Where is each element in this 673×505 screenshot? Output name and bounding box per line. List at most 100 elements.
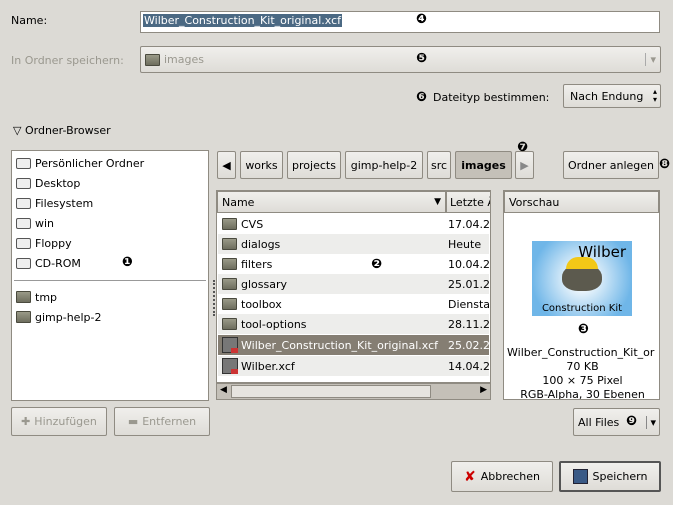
pane-resize-handle[interactable]	[213, 280, 215, 316]
marker-9: ❾	[626, 414, 638, 429]
path-images[interactable]: images	[455, 151, 512, 179]
folder-icon	[222, 318, 237, 330]
folder-browser-toggle[interactable]: ▽ Ordner-Browser	[13, 124, 111, 137]
path-src[interactable]: src	[427, 151, 451, 179]
folder-icon	[222, 218, 237, 230]
drive-icon	[16, 217, 31, 229]
filetype-value: Nach Endung	[570, 89, 644, 103]
column-name[interactable]: Name ▼	[217, 191, 446, 213]
marker-4: ❹	[416, 12, 428, 27]
file-row[interactable]: CVS 17.04.2	[218, 214, 490, 234]
file-row[interactable]: Wilber.xcf 14.04.2	[218, 356, 490, 376]
home-icon	[16, 157, 31, 169]
cancel-button[interactable]: ✘ Abbrechen	[451, 461, 553, 492]
preview-header[interactable]: Vorschau	[504, 191, 659, 213]
marker-1: ❶	[122, 255, 134, 270]
file-name: dialogs	[241, 237, 281, 251]
place-home[interactable]: Persönlicher Ordner	[16, 153, 144, 173]
file-date: 10.04.2	[448, 257, 490, 271]
desktop-icon	[16, 177, 31, 189]
preview-filename: Wilber_Construction_Kit_or	[507, 346, 655, 359]
minus-icon: ▬	[127, 415, 139, 428]
place-cdrom[interactable]: CD-ROM	[16, 253, 81, 273]
bookmark-tmp[interactable]: tmp	[16, 287, 57, 307]
file-date: 17.04.2	[448, 217, 490, 231]
arrow-right-icon: ▶	[480, 385, 487, 395]
path-gimp-help-2[interactable]: gimp-help-2	[345, 151, 423, 179]
create-folder-button[interactable]: Ordner anlegen	[563, 151, 659, 179]
file-date: Diensta	[448, 297, 491, 311]
file-name: Wilber_Construction_Kit_original.xcf	[241, 338, 438, 352]
name-input[interactable]: Wilber_Construction_Kit_original.xcf	[140, 11, 660, 33]
folder-icon	[145, 53, 160, 66]
filesystem-icon	[16, 197, 31, 209]
preview-info: RGB-Alpha, 30 Ebenen	[520, 388, 645, 400]
filter-value: All Files	[578, 415, 620, 429]
name-label: Name:	[11, 14, 48, 27]
path-projects[interactable]: projects	[287, 151, 341, 179]
file-name: toolbox	[241, 297, 282, 311]
add-bookmark-button[interactable]: ✚ Hinzufügen	[11, 407, 107, 436]
cancel-icon: ✘	[463, 468, 476, 485]
place-desktop[interactable]: Desktop	[16, 173, 80, 193]
place-filesystem[interactable]: Filesystem	[16, 193, 93, 213]
marker-8: ❽	[659, 157, 671, 172]
places-list[interactable]: Persönlicher Ordner Desktop Filesystem w…	[11, 150, 209, 401]
sort-down-icon: ▼	[434, 197, 441, 207]
folder-icon	[16, 291, 31, 303]
scrollbar-thumb[interactable]	[231, 385, 431, 398]
add-label: Hinzufügen	[34, 415, 97, 428]
triangle-down-icon: ▽	[13, 124, 22, 137]
marker-6: ❻	[416, 90, 428, 105]
file-date: 25.02.2	[448, 338, 490, 352]
folder-icon	[222, 238, 237, 250]
file-date: 28.11.2	[448, 317, 490, 331]
arrow-left-icon: ◀	[220, 385, 227, 395]
save-label: Speichern	[592, 470, 648, 483]
place-win[interactable]: win	[16, 213, 54, 233]
place-label: CD-ROM	[35, 256, 81, 270]
filetype-select[interactable]: Nach Endung ▴ ▾	[563, 84, 661, 108]
bookmark-gimp-help-2[interactable]: gimp-help-2	[16, 307, 101, 327]
preview-thumbnail: Wilber Construction Kit	[532, 241, 632, 316]
horizontal-scrollbar[interactable]: ◀ ▶	[216, 383, 491, 400]
arrow-right-icon: ▶	[520, 158, 529, 172]
plus-icon: ✚	[21, 415, 31, 428]
file-name: glossary	[241, 277, 288, 291]
folder-icon	[222, 278, 237, 290]
path-scroll-right[interactable]: ▶	[515, 151, 534, 179]
drive-icon	[16, 257, 31, 269]
thumbnail-caption: Construction Kit	[541, 303, 623, 314]
preview-pane: Vorschau Wilber Construction Kit ❸ Wilbe…	[503, 190, 660, 400]
bookmark-label: gimp-help-2	[35, 310, 102, 324]
folder-combo[interactable]: images ▾	[140, 46, 661, 73]
preview-dims: 100 × 75 Pixel	[542, 374, 623, 387]
file-row[interactable]: dialogs Heute	[218, 234, 489, 254]
cancel-label: Abbrechen	[480, 470, 541, 483]
marker-5: ❺	[416, 51, 428, 66]
place-floppy[interactable]: Floppy	[16, 233, 72, 253]
file-row[interactable]: toolbox Diensta	[218, 294, 491, 314]
file-row[interactable]: tool-options 28.11.2	[218, 314, 490, 334]
save-button[interactable]: Speichern	[559, 461, 661, 492]
file-row[interactable]: Wilber_Construction_Kit_original.xcf 25.0…	[218, 335, 490, 355]
separator	[14, 280, 206, 281]
chevron-down-icon: ▾	[645, 53, 656, 66]
path-works[interactable]: works	[240, 151, 283, 179]
bookmark-label: tmp	[35, 290, 58, 304]
preview-size: 70 KB	[566, 360, 599, 373]
spin-icon: ▴ ▾	[652, 87, 657, 104]
folder-value: images	[164, 53, 204, 66]
drive-icon	[16, 237, 31, 249]
remove-bookmark-button[interactable]: ▬ Entfernen	[114, 407, 210, 436]
file-row[interactable]: glossary 25.01.2	[218, 274, 490, 294]
file-filter-select[interactable]: All Files ❾ ▾	[573, 408, 660, 436]
name-value: Wilber_Construction_Kit_original.xcf	[143, 14, 342, 27]
marker-2: ❷	[371, 257, 383, 272]
arrow-left-icon: ◀	[222, 158, 231, 172]
file-name: tool-options	[241, 317, 307, 331]
file-list[interactable]: Name ▼ Letzte Ä CVS 17.04.2 dialogs Heute fil…	[216, 190, 491, 383]
column-date[interactable]: Letzte Ä	[446, 191, 490, 213]
path-scroll-left[interactable]: ◀	[217, 151, 236, 179]
file-row[interactable]: filters 10.04.2	[218, 254, 490, 274]
